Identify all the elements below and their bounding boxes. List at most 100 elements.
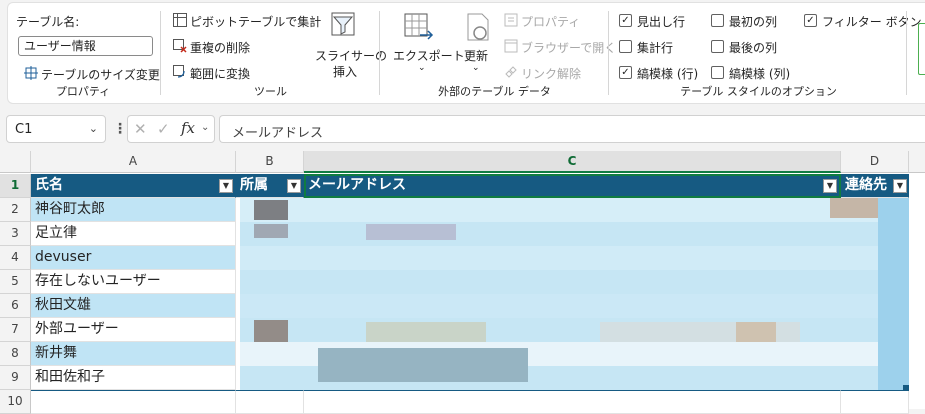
pivot-button[interactable]: ピボットテーブルで集計: [190, 13, 321, 30]
filter-button-checkbox[interactable]: ✓: [804, 14, 817, 27]
empty-cell[interactable]: [304, 390, 841, 414]
external-data-group-label: 外部のテーブル データ: [438, 85, 551, 98]
filter-dropdown-icon[interactable]: ▼: [287, 179, 301, 193]
table-header-name[interactable]: 氏名: [31, 174, 236, 198]
empty-cell[interactable]: [236, 390, 304, 414]
resize-table-button[interactable]: テーブルのサイズ変更: [41, 66, 160, 83]
chevron-down-icon[interactable]: ⌄: [201, 122, 209, 133]
name-box-value: C1: [15, 122, 33, 137]
row-header[interactable]: 4: [0, 246, 31, 270]
banded-cols-checkbox[interactable]: [711, 66, 724, 79]
properties-group: テーブル名: ユーザー情報 テーブルのサイズ変更 プロパティ: [8, 3, 160, 103]
spreadsheet-grid: A B C D 1 2 3 4 5 6 7 8 9 10 氏名 ▼ 所属 ▼ メ…: [0, 151, 925, 414]
style-options-group: ✓ 見出し行 最初の列 ✓ フィルター ボタン 集計行 最後の列 ✓ 縞模様 (…: [611, 3, 922, 103]
redacted-block: [254, 320, 288, 342]
row-header[interactable]: 8: [0, 342, 31, 366]
row-header[interactable]: 10: [0, 390, 31, 414]
empty-cell[interactable]: [31, 390, 236, 414]
convert-range-button[interactable]: 範囲に変換: [190, 65, 250, 82]
header-row-label: 見出し行: [637, 15, 686, 29]
name-box[interactable]: C1 ⌄: [6, 115, 106, 143]
name-cell[interactable]: devuser: [31, 246, 236, 270]
filter-dropdown-icon[interactable]: ▼: [893, 179, 907, 193]
pivot-icon: [173, 13, 187, 27]
row-header[interactable]: 3: [0, 222, 31, 246]
row-header[interactable]: 9: [0, 366, 31, 390]
formula-input[interactable]: メールアドレス: [219, 115, 925, 143]
name-cell[interactable]: 存在しないユーザー: [31, 270, 236, 294]
cancel-icon[interactable]: ✕: [134, 120, 147, 138]
redacted-block: [366, 224, 456, 240]
header-row-checkbox[interactable]: ✓: [619, 14, 632, 27]
redacted-band: [240, 294, 909, 318]
first-col-label: 最初の列: [729, 15, 778, 29]
row-header[interactable]: 6: [0, 294, 31, 318]
unlink-button[interactable]: リンク解除: [521, 65, 581, 82]
column-header-b[interactable]: B: [236, 151, 304, 173]
total-row-checkbox[interactable]: [619, 40, 632, 53]
export-chevron-icon[interactable]: ⌄: [418, 63, 426, 73]
ribbon: テーブル名: ユーザー情報 テーブルのサイズ変更 プロパティ ピボットテーブルで…: [0, 0, 925, 108]
refresh-chevron-icon[interactable]: ⌄: [472, 63, 480, 73]
formula-bar: C1 ⌄ ⋮ ✕ ✓ fx ⌄ メールアドレス: [0, 113, 925, 145]
style-options-group-label: テーブル スタイルのオプション: [680, 85, 837, 98]
name-cell[interactable]: 外部ユーザー: [31, 318, 236, 342]
unlink-icon: [504, 65, 518, 79]
open-browser-icon: [504, 39, 518, 53]
banded-rows-checkbox[interactable]: ✓: [619, 66, 632, 79]
refresh-button[interactable]: 更新: [464, 47, 488, 64]
table-header-contact-label: 連絡先: [845, 177, 887, 193]
column-header-d[interactable]: D: [841, 151, 909, 173]
filter-dropdown-icon[interactable]: ▼: [823, 179, 837, 193]
open-browser-button[interactable]: ブラウザーで開く: [521, 39, 616, 56]
properties-icon: [504, 13, 518, 27]
export-icon: [402, 11, 434, 43]
remove-duplicates-button[interactable]: 重複の削除: [190, 39, 250, 56]
table-header-name-label: 氏名: [35, 177, 63, 193]
redacted-block: [366, 322, 486, 342]
enter-icon[interactable]: ✓: [157, 120, 170, 138]
redacted-area: [240, 198, 909, 390]
row-header[interactable]: 2: [0, 198, 31, 222]
external-data-group: エクスポート ⌄ 更新 ⌄ プロパティ ブラウザーで開く リンク解除 外部のテー…: [382, 3, 616, 103]
row-header[interactable]: 5: [0, 270, 31, 294]
insert-function-icon[interactable]: fx: [181, 119, 195, 137]
empty-cell[interactable]: [841, 390, 909, 414]
resize-table-icon: [24, 66, 38, 80]
properties-group-label: プロパティ: [55, 85, 111, 98]
remove-duplicates-icon: [173, 39, 187, 53]
first-col-checkbox[interactable]: [711, 14, 724, 27]
row-header[interactable]: 1: [0, 174, 31, 198]
banded-cols-label: 縞模様 (列): [729, 67, 791, 81]
filter-dropdown-icon[interactable]: ▼: [219, 179, 233, 193]
table-header-email-label: メールアドレス: [308, 177, 406, 193]
total-row-label: 集計行: [637, 41, 674, 55]
column-header-c[interactable]: C: [304, 151, 841, 173]
convert-range-icon: [173, 65, 187, 79]
name-cell[interactable]: 新井舞: [31, 342, 236, 366]
column-header-a[interactable]: A: [31, 151, 236, 173]
table-name-input[interactable]: ユーザー情報: [18, 36, 153, 56]
select-all-corner[interactable]: [0, 151, 31, 173]
last-col-label: 最後の列: [729, 41, 778, 55]
redacted-block: [830, 198, 880, 218]
export-button[interactable]: エクスポート: [393, 47, 465, 64]
last-col-checkbox[interactable]: [711, 40, 724, 53]
name-cell[interactable]: 和田佐和子: [31, 366, 236, 390]
refresh-icon: [462, 11, 492, 43]
table-name-label: テーブル名:: [16, 15, 80, 29]
ribbon-separator: [608, 11, 609, 95]
chevron-down-icon[interactable]: ⌄: [89, 122, 98, 135]
more-options-icon[interactable]: ⋮: [113, 121, 127, 137]
table-resize-handle[interactable]: [903, 385, 909, 391]
properties-button[interactable]: プロパティ: [521, 13, 580, 30]
name-cell[interactable]: 足立律: [31, 222, 236, 246]
slicer-label-line1[interactable]: スライサーの: [315, 47, 387, 64]
name-cell[interactable]: 秋田文雄: [31, 294, 236, 318]
slicer-label-line2[interactable]: 挿入: [333, 63, 357, 80]
table-styles-gallery-edge[interactable]: [918, 23, 925, 75]
row-header[interactable]: 7: [0, 318, 31, 342]
table-header-email[interactable]: メールアドレス: [304, 174, 841, 198]
name-cell[interactable]: 神谷町太郎: [31, 198, 236, 222]
column-header-e[interactable]: [909, 151, 925, 173]
